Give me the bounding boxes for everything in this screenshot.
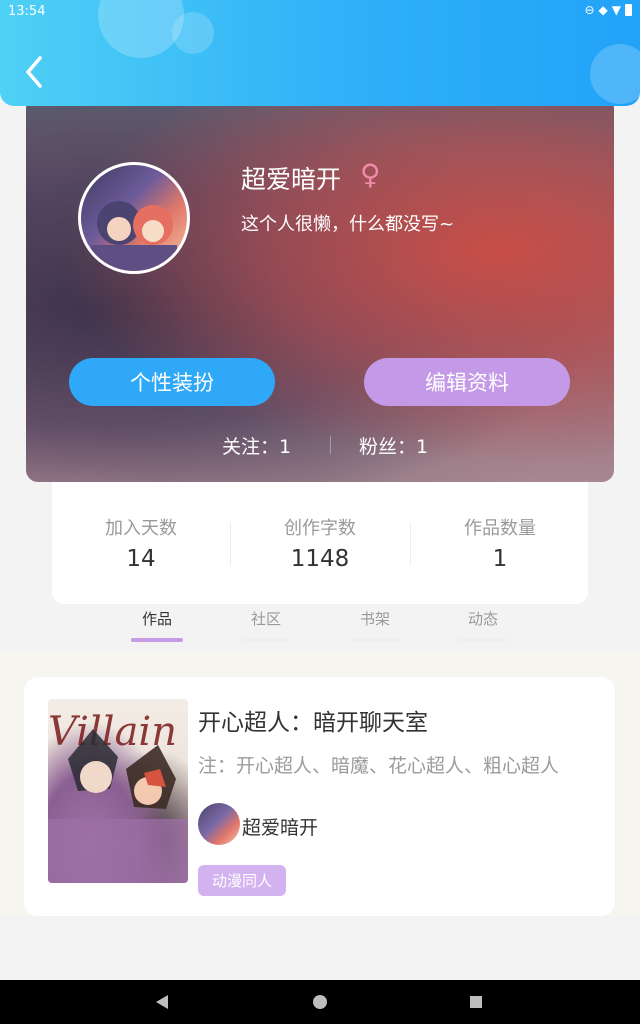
- stats-card: 加入天数 14 创作字数 1148 作品数量 1: [52, 470, 588, 604]
- square-recents-icon: [470, 996, 482, 1008]
- nav-recents-button[interactable]: [454, 980, 498, 1024]
- author-name[interactable]: 超爱暗开: [242, 813, 318, 840]
- work-description: 注：开心超人、暗魔、花心超人、粗心超人: [198, 755, 560, 777]
- nav-home-button[interactable]: [298, 980, 342, 1024]
- triangle-back-icon: [156, 995, 168, 1009]
- work-title[interactable]: 开心超人：暗开聊天室: [198, 703, 428, 737]
- top-header: 13:54 ⊖ ◆ ▼: [0, 0, 640, 106]
- tab-activity[interactable]: 动态: [455, 608, 511, 629]
- stat-word-count: 创作字数 1148: [255, 514, 385, 572]
- tab-bookshelf[interactable]: 书架: [347, 608, 403, 629]
- work-cover[interactable]: Villain: [48, 699, 188, 883]
- avatar-illustration: [91, 201, 177, 271]
- work-tag[interactable]: 动漫同人: [198, 865, 287, 896]
- stat-value: 14: [126, 546, 156, 572]
- profile-card: 超爱暗开 ♀ 这个人很懒，什么都没写~ 个性装扮 编辑资料 关注：1 粉丝：1: [26, 96, 614, 482]
- system-nav-bar: [0, 980, 640, 1024]
- stat-label: 加入天数: [105, 518, 177, 539]
- author-avatar[interactable]: [198, 803, 240, 845]
- divider: [330, 436, 331, 454]
- battery-icon: [625, 4, 632, 16]
- follow-stats-row: 关注：1 粉丝：1: [26, 430, 614, 460]
- circle-home-icon: [313, 995, 327, 1009]
- stat-value: 1148: [290, 546, 350, 572]
- followers-count[interactable]: 粉丝：1: [359, 432, 428, 459]
- female-gender-icon: ♀: [360, 158, 381, 191]
- stat-label: 创作字数: [284, 518, 356, 539]
- decorative-bubble: [590, 44, 640, 104]
- tab-indicator: [457, 638, 509, 642]
- divider: [410, 522, 411, 566]
- username: 超爱暗开: [241, 165, 342, 194]
- avatar[interactable]: [78, 162, 190, 274]
- nav-back-button[interactable]: [140, 980, 184, 1024]
- status-icons: ⊖ ◆ ▼: [584, 3, 632, 17]
- edit-profile-button[interactable]: 编辑资料: [364, 358, 570, 406]
- profile-tabs: 作品 社区 书架 动态: [0, 600, 640, 648]
- stat-label: 作品数量: [464, 518, 536, 539]
- signal-icon: ◆: [598, 3, 608, 17]
- cover-illustration: [48, 729, 188, 883]
- dress-up-button[interactable]: 个性装扮: [69, 358, 275, 406]
- tab-indicator: [349, 638, 401, 642]
- do-not-disturb-icon: ⊖: [584, 3, 595, 17]
- tab-indicator: [131, 638, 183, 642]
- decorative-bubble: [172, 12, 214, 54]
- back-button[interactable]: [22, 54, 50, 90]
- status-time: 13:54: [8, 4, 46, 19]
- stat-value: 1: [492, 546, 508, 572]
- stat-work-count: 作品数量 1: [435, 514, 565, 572]
- work-card[interactable]: Villain 开心超人：暗开聊天室 注：开心超人、暗魔、花心超人、粗心超人 超…: [24, 677, 615, 916]
- tab-works[interactable]: 作品: [129, 608, 185, 629]
- following-count[interactable]: 关注：1: [222, 432, 291, 459]
- divider: [230, 522, 231, 566]
- wifi-icon: ▼: [611, 3, 621, 17]
- back-arrow-icon: [26, 56, 42, 88]
- user-bio: 这个人很懒，什么都没写~: [241, 214, 455, 235]
- tab-indicator: [240, 638, 292, 642]
- decorative-bubble: [98, 0, 184, 58]
- tab-community[interactable]: 社区: [238, 608, 294, 629]
- stat-join-days: 加入天数 14: [76, 514, 206, 572]
